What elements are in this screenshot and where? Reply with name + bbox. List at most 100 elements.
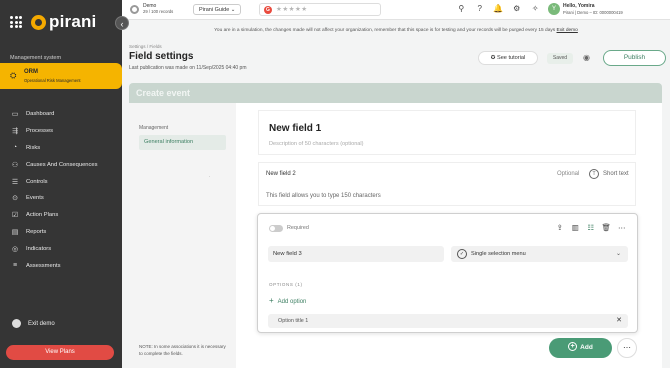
field-toolbar: ⇪ ▥ ☷ 🗑 ⋯ [552,223,630,232]
sidebar-item-label: Action Plans [26,212,59,219]
collapse-sidebar-icon[interactable]: ‹ [115,16,129,30]
events-icon: ⊙ [12,195,18,203]
logo[interactable]: pirani [10,12,97,32]
option-item[interactable]: Option title 1 ✕ [268,314,628,328]
note-text: NOTE: In some associations it is necessa… [139,344,226,356]
indicators-icon: ◎ [11,245,19,253]
section-general-information[interactable]: General information [139,135,226,150]
options-label: OPTIONS (1) [269,282,303,287]
processes-icon: ⇶ [12,128,18,136]
star-rating[interactable]: ★★★★★ [276,5,308,13]
field-type-select[interactable]: ✓ Single selection menu ⌄ [451,246,628,262]
add-option-button[interactable]: + Add option [269,296,306,305]
placeholder-dot: . [209,173,211,179]
user-organization: Pirani | Demo – ID: 0000000419 [563,10,623,15]
causes-icon: ⚇ [11,161,19,169]
help-icon[interactable]: ? [471,4,490,13]
sidebar-nav: ▭ Dashboard ⇶ Processes ◔ Risks ⚇ Causes And… [0,106,122,274]
preview-eye-icon[interactable]: ◉ [583,53,590,62]
chevron-down-icon: ⌄ [615,251,621,257]
publish-button[interactable]: Publish [603,50,666,66]
field-title[interactable]: New field 1 [269,123,321,134]
progress-ring-icon [130,4,139,14]
sidebar-item-label: Processes [26,128,54,135]
add-field-button[interactable]: + Add [549,338,612,358]
review-rating[interactable]: G ★★★★★ [259,3,381,16]
sidebar-item-label: Causes And Consequences [26,161,98,168]
pirani-guide-dropdown[interactable]: Pirani Guide ⌄ [193,4,242,15]
field-title: New field 2 [266,171,296,177]
check-circle-icon: ✓ [457,249,467,259]
banner-exit-link[interactable]: Exit demo [557,28,578,33]
status-badge: Saved [547,53,573,64]
sidebar-item-label: Risks [26,144,41,151]
sections-panel: Management General information . NOTE: I… [129,103,236,368]
orm-icon: ⛭ [10,71,17,80]
rows-icon[interactable]: ☷ [583,223,599,232]
add-user-icon[interactable]: ⚲ [452,4,471,13]
sidebar-item-processes[interactable]: ⇶ Processes [0,123,122,140]
action-plans-icon: ☑ [11,212,19,220]
field-card-1[interactable]: New field 1 Description of 50 characters… [258,110,636,155]
exit-icon [12,319,21,328]
sidebar-item-label: Reports [26,228,47,235]
sidebar-item-action-plans[interactable]: ☑ Action Plans [0,207,122,224]
simulation-banner: You are in a simulation, the changes mad… [122,25,670,36]
dashboard-icon: ▭ [11,111,19,119]
field-card-2[interactable]: New field 2 Optional T Short text This f… [258,162,636,206]
field-type-value: Single selection menu [471,251,526,257]
sidebar-item-risks[interactable]: ◔ Risks [0,140,122,157]
page-title: Field settings [129,51,194,62]
last-publication: Last publication was made on 11/Sep/2025… [129,65,247,71]
settings-icon[interactable]: ⚙ [508,4,527,13]
exit-demo-button[interactable]: Exit demo [12,319,55,328]
field-card-3-editor: Required ⇪ ▥ ☷ 🗑 ⋯ New field 3 ✓ Single … [257,213,638,333]
view-plans-button[interactable]: View Plans [6,345,114,360]
field-name-input[interactable]: New field 3 [268,246,444,262]
module-orm[interactable]: ⛭ ORM Operational Risk Management [0,63,122,89]
required-label: Required [287,225,309,231]
sidebar-item-label: Events [26,195,44,202]
columns-icon[interactable]: ▥ [568,223,584,232]
plus-icon: + [269,296,274,305]
see-tutorial-button[interactable]: ✪ See tutorial [478,51,538,65]
section-label: Management system [10,55,62,61]
assessments-icon: ≡ [12,262,18,270]
sidebar-item-controls[interactable]: ☰ Controls [0,173,122,190]
module-title: ORM [24,69,38,75]
more-options-icon[interactable]: ⋯ [617,338,637,358]
close-icon[interactable]: ✕ [616,314,622,328]
field-type-label: Short text [603,171,629,177]
create-event-header: Create event [129,83,662,103]
trash-icon[interactable]: 🗑 [599,223,615,232]
sidebar-item-causes[interactable]: ⚇ Causes And Consequences [0,156,122,173]
logo-text: pirani [49,12,97,31]
sidebar-item-label: Indicators [26,245,52,252]
exit-demo-label: Exit demo [28,320,55,327]
more-icon[interactable]: ⋯ [614,223,630,232]
bell-icon[interactable]: 🔔 [489,4,508,13]
topbar: Demo 29 / 100 records Pirani Guide ⌄ G ★… [122,0,670,20]
pirani-logo-icon [31,14,46,30]
magic-icon[interactable]: ✧ [526,4,545,13]
avatar[interactable]: Y [548,3,560,15]
sidebar: pirani Management system ⛭ ORM Operation… [0,0,122,368]
g-logo-icon: G [264,6,272,14]
sidebar-item-label: Controls [26,178,48,185]
breadcrumb[interactable]: Settings / Fields [129,44,162,49]
user-greeting[interactable]: Hello, Yomira [563,3,595,9]
field-description[interactable]: Description of 50 characters (optional) [269,141,364,147]
banner-text: You are in a simulation, the changes mad… [214,28,556,33]
sidebar-item-assessments[interactable]: ≡ Assessments [0,257,122,274]
required-toggle[interactable] [269,225,283,232]
sidebar-item-reports[interactable]: ▤ Reports [0,224,122,241]
sidebar-item-dashboard[interactable]: ▭ Dashboard [0,106,122,123]
upload-icon[interactable]: ⇪ [552,223,568,232]
add-label: Add [580,344,593,351]
sidebar-item-events[interactable]: ⊙ Events [0,190,122,207]
apps-grid-icon[interactable] [10,16,22,28]
demo-records-count: 29 / 100 records [143,9,174,14]
create-event-title: Create event [136,88,191,98]
option-title[interactable]: Option title 1 [278,318,308,324]
sidebar-item-indicators[interactable]: ◎ Indicators [0,240,122,257]
